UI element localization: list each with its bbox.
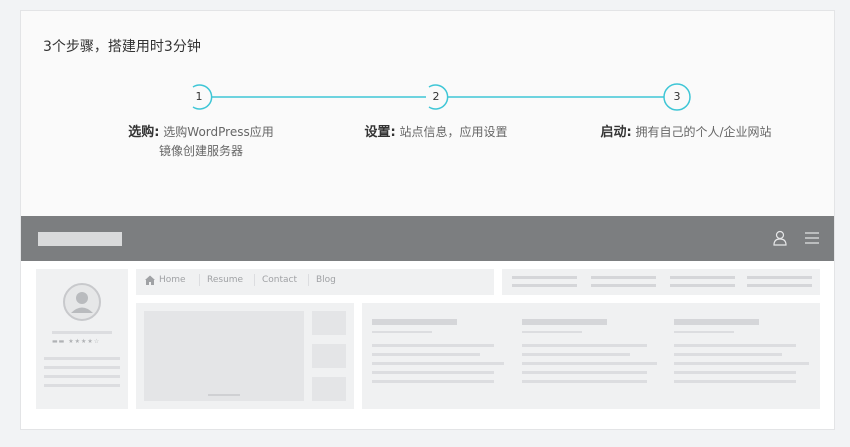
preview-logo xyxy=(38,232,122,246)
preview-content xyxy=(362,303,820,409)
gallery-thumb xyxy=(312,377,346,401)
nav-resume: Resume xyxy=(207,275,244,285)
step-1-desc: 选购: 选购WordPress应用 镜像创建服务器 xyxy=(116,123,286,160)
preview-header xyxy=(21,216,834,261)
avatar-icon xyxy=(63,283,101,321)
nav-contact: Contact xyxy=(262,275,298,285)
steps-card: 3个步骤，搭建用时3分钟 1 2 3 选购: 选购WordPress应用 镜像创… xyxy=(20,10,835,430)
steps-line xyxy=(41,83,821,111)
preview-gallery xyxy=(136,303,354,409)
step-2-number: 2 xyxy=(432,90,440,103)
step-2-title: 设置: xyxy=(364,125,396,140)
site-preview: ▬▬ ★★★★☆ Home Resume Contact Blog xyxy=(21,216,834,429)
step-1-number: 1 xyxy=(195,90,203,103)
step-3-title: 启动: xyxy=(600,125,632,140)
step-1-text-2: 镜像创建服务器 xyxy=(158,144,243,158)
menu-icon xyxy=(805,232,819,244)
nav-blog: Blog xyxy=(316,275,336,285)
step-1-text: 选购WordPress应用 xyxy=(163,125,274,139)
step-3-number: 3 xyxy=(673,90,681,103)
step-1-title: 选购: xyxy=(128,125,160,140)
preview-nav xyxy=(136,269,494,295)
step-2-text: 站点信息，应用设置 xyxy=(399,125,508,139)
gallery-main-image xyxy=(144,311,304,401)
profile-panel: ▬▬ ★★★★☆ xyxy=(36,269,128,409)
nav-home: Home xyxy=(159,275,186,285)
step-3-desc: 启动: 拥有自己的个人/企业网站 xyxy=(576,123,796,142)
preview-top-panel xyxy=(502,269,820,295)
step-3-text: 拥有自己的个人/企业网站 xyxy=(635,125,772,139)
steps-progress: 1 2 3 选购: 选购WordPress应用 镜像创建服务器 设置: 站点信息… xyxy=(21,11,834,211)
gallery-thumb xyxy=(312,311,346,335)
rating-stars-icon: ▬▬ ★★★★☆ xyxy=(52,338,101,345)
user-icon xyxy=(773,230,787,246)
gallery-thumb xyxy=(312,344,346,368)
step-2-desc: 设置: 站点信息，应用设置 xyxy=(351,123,521,142)
home-icon xyxy=(145,275,155,285)
